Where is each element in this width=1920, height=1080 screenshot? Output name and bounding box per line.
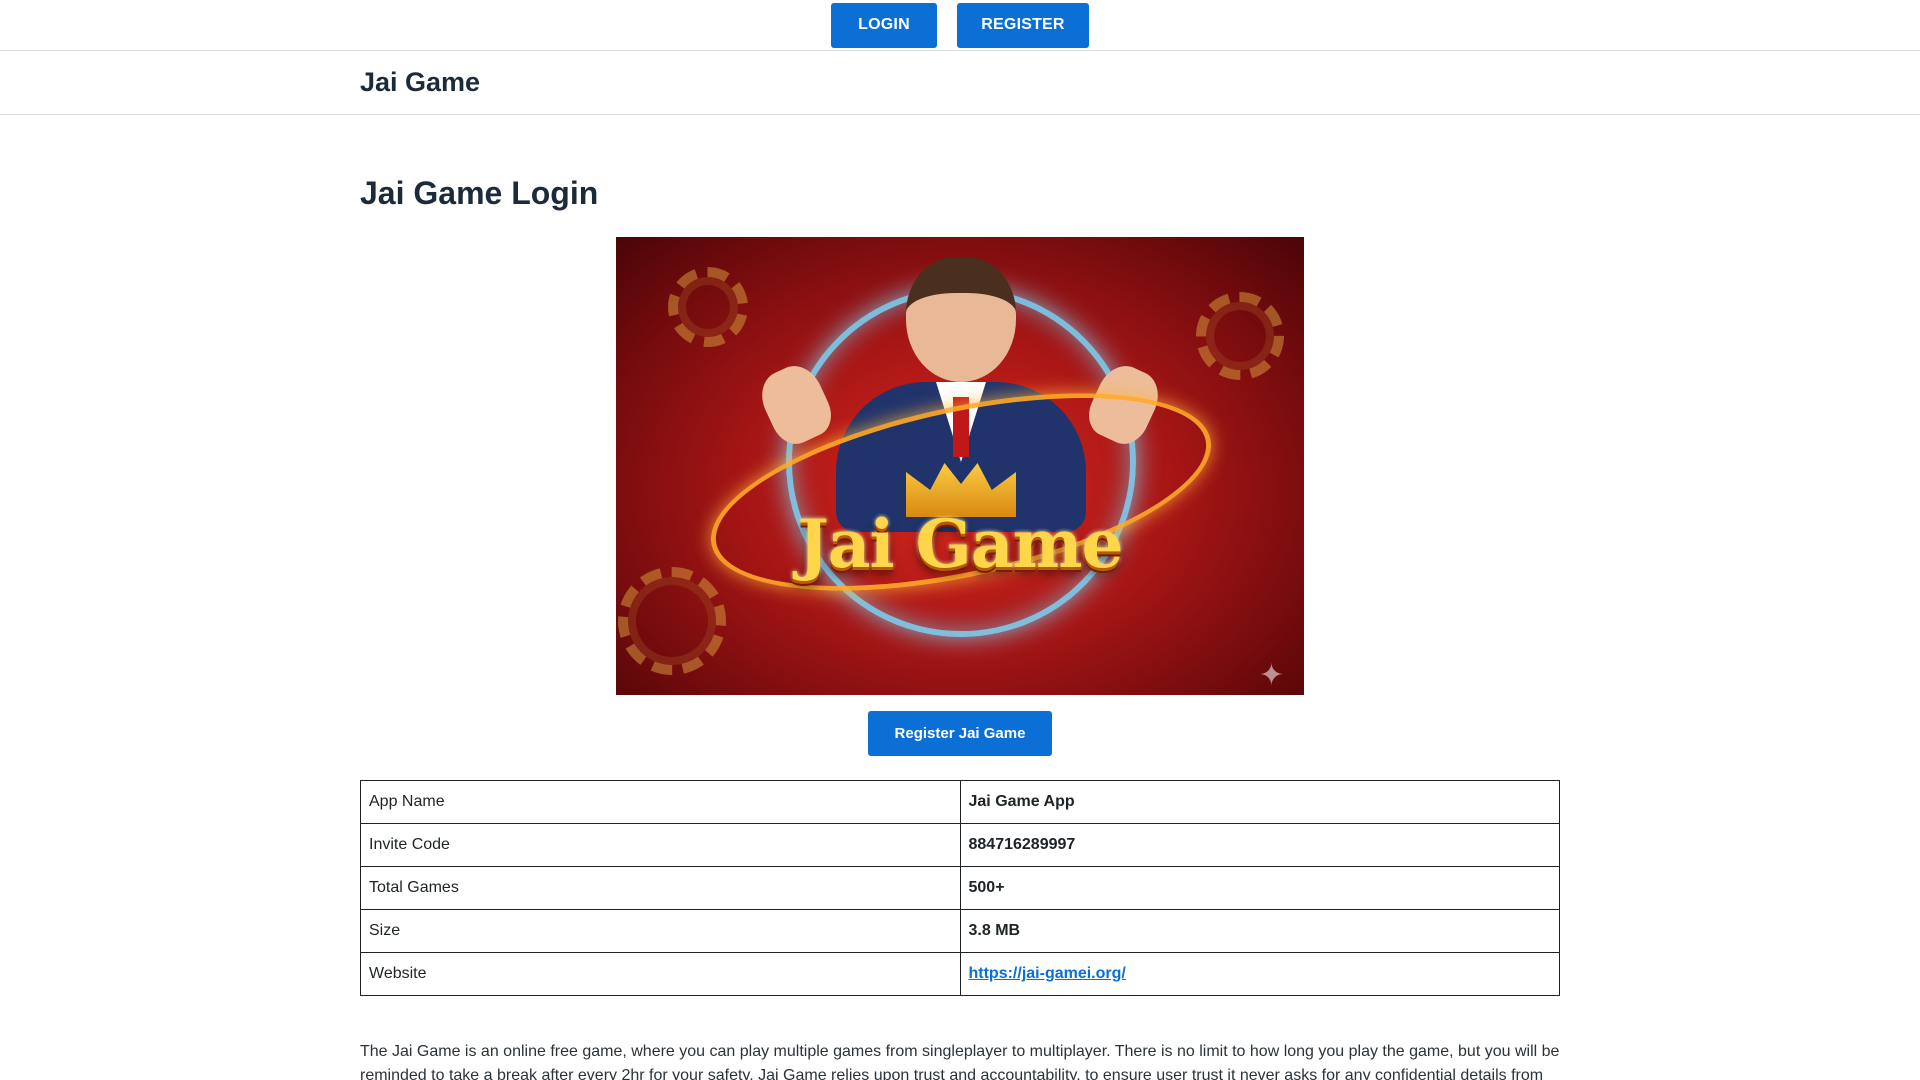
main-content: Jai Game Login Jai Game ✦ Register Jai G…	[360, 115, 1560, 1080]
site-header-inner: Jai Game	[360, 51, 1560, 114]
table-label-cell: Invite Code	[360, 823, 961, 867]
app-info-table: App Name Jai Game App Invite Code 884716…	[360, 780, 1560, 996]
table-label-cell: Website	[360, 952, 961, 996]
register-jai-game-button[interactable]: Register Jai Game	[868, 711, 1052, 756]
casino-chip-decoration	[668, 267, 748, 347]
table-label-cell: App Name	[360, 780, 961, 824]
table-label-cell: Total Games	[360, 866, 961, 910]
website-link[interactable]: https://jai-gamei.org/	[969, 965, 1126, 982]
table-row: Website https://jai-gamei.org/	[360, 952, 1560, 996]
hero-logo-text: Jai Game	[797, 505, 1124, 583]
table-value-cell: 884716289997	[959, 823, 1560, 867]
table-value-cell: 500+	[959, 866, 1560, 910]
table-row: Invite Code 884716289997	[360, 823, 1560, 867]
table-value-cell: https://jai-gamei.org/	[959, 952, 1560, 996]
mascot-head	[906, 257, 1016, 382]
table-row: App Name Jai Game App	[360, 780, 1560, 824]
register-button[interactable]: REGISTER	[957, 2, 1089, 48]
sparkle-icon: ✦	[1258, 659, 1284, 692]
site-header: Jai Game	[0, 51, 1920, 115]
casino-chip-decoration	[1196, 292, 1284, 380]
cta-wrapper: Register Jai Game	[360, 711, 1560, 756]
table-row: Total Games 500+	[360, 866, 1560, 910]
site-title-link[interactable]: Jai Game	[360, 67, 480, 98]
table-row: Size 3.8 MB	[360, 909, 1560, 953]
top-action-bar: LOGIN REGISTER	[0, 0, 1920, 51]
intro-paragraph: The Jai Game is an online free game, whe…	[360, 1043, 1560, 1080]
table-value-cell: 3.8 MB	[959, 909, 1560, 953]
page-title: Jai Game Login	[360, 175, 599, 211]
casino-chip-decoration	[618, 567, 726, 675]
table-label-cell: Size	[360, 909, 961, 953]
login-button[interactable]: LOGIN	[831, 2, 937, 48]
hero-banner-image: Jai Game ✦	[616, 237, 1304, 695]
table-value-cell: Jai Game App	[959, 780, 1560, 824]
